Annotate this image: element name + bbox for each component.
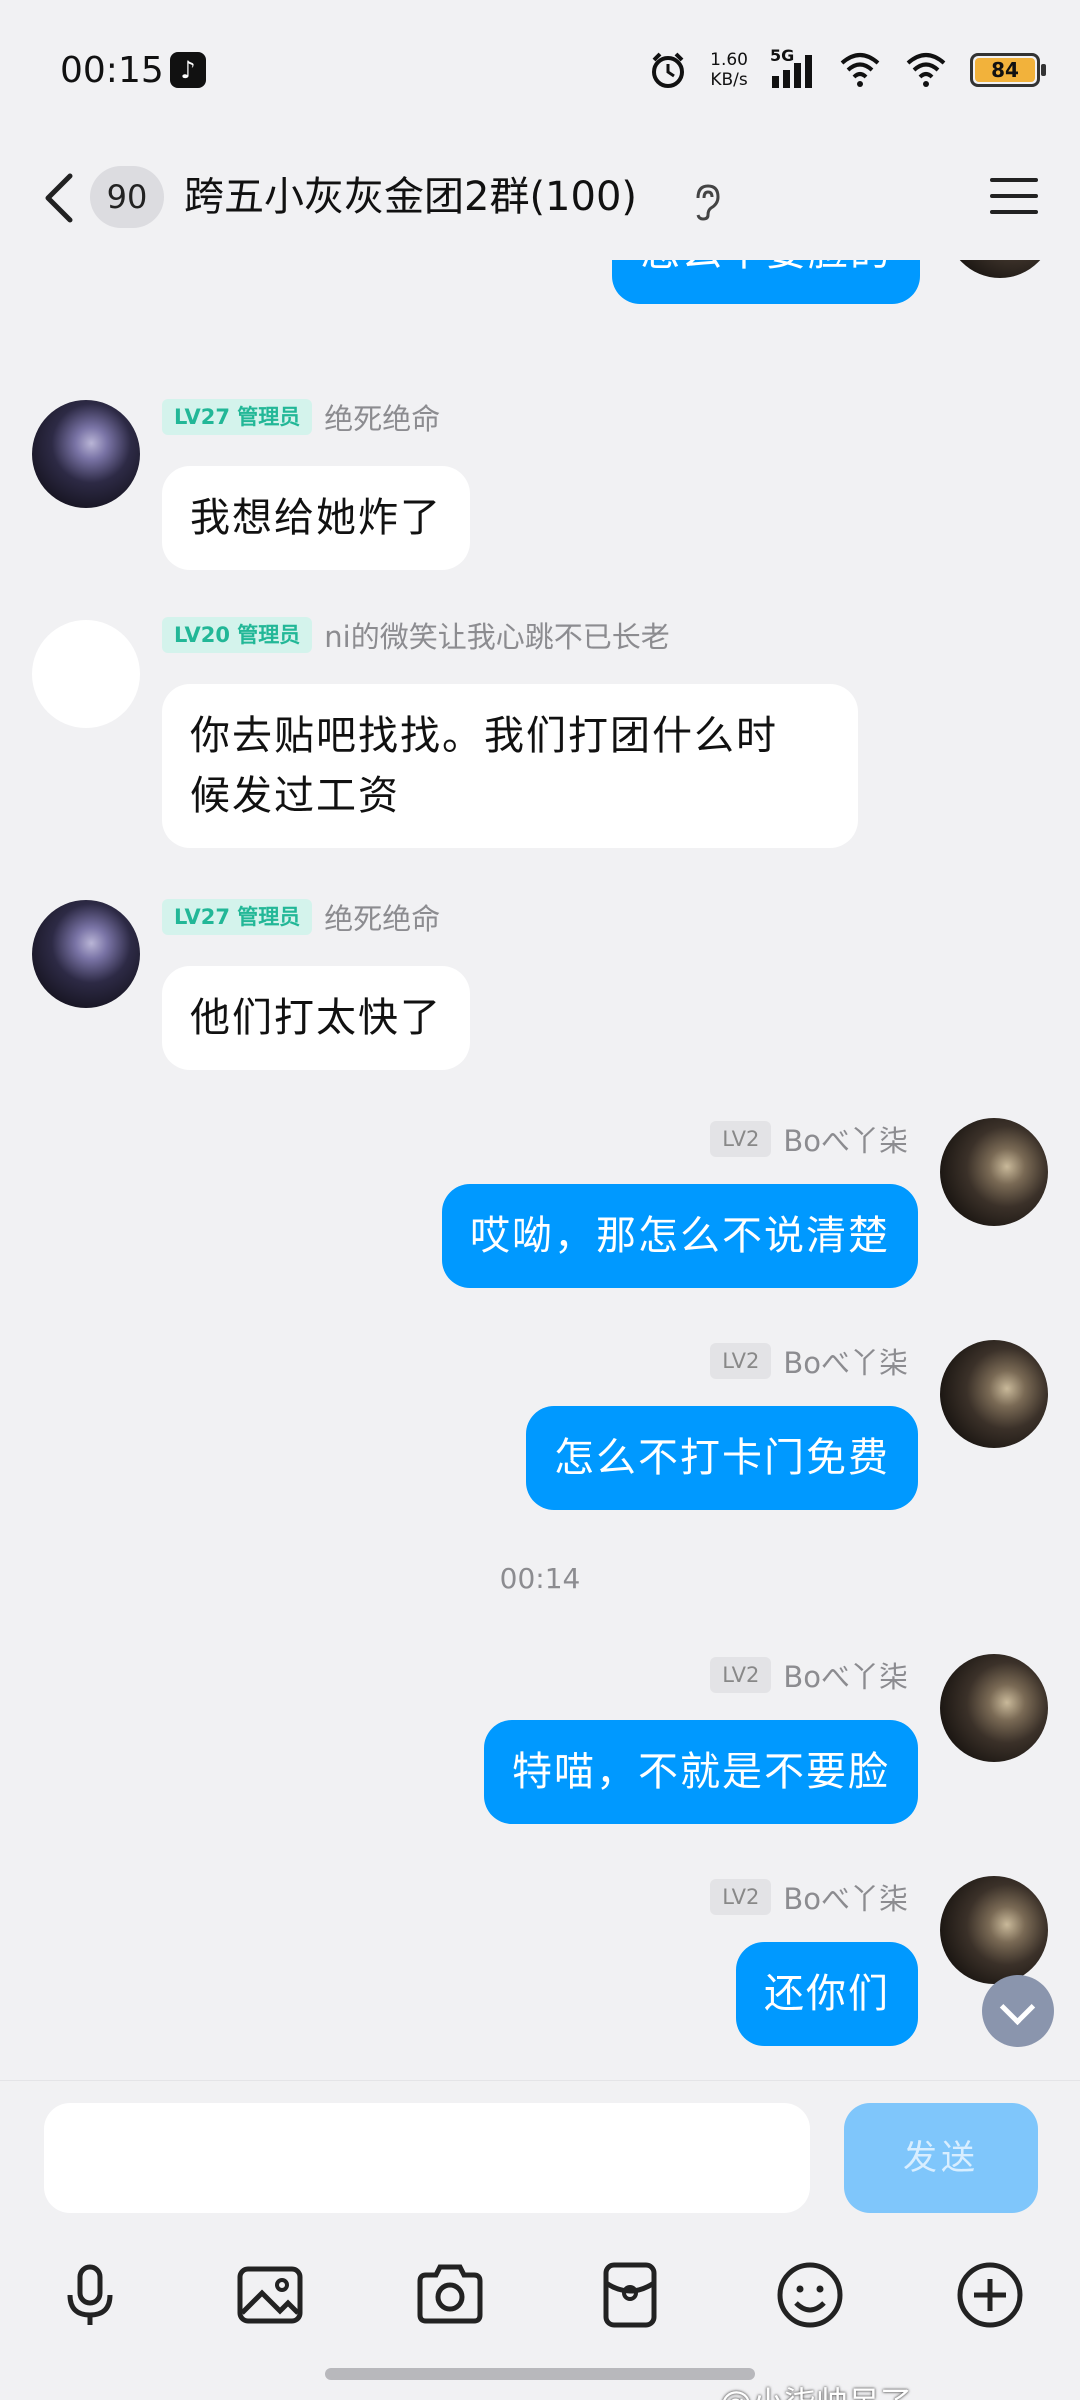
message-bubble[interactable]: 你去贴吧找找。我们打团什么时 候发过工资 bbox=[162, 684, 858, 848]
message-line: 你去贴吧找找。我们打团什么时 bbox=[190, 713, 778, 759]
sender-name[interactable]: ni的微笑让我心跳不已长老 bbox=[324, 614, 669, 656]
avatar[interactable] bbox=[32, 900, 140, 1008]
back-button[interactable] bbox=[30, 162, 90, 232]
level-badge: LV2 bbox=[710, 1657, 772, 1693]
message-meta: LV2 Boべ丫柒 bbox=[710, 1654, 908, 1696]
status-icons: 1.60 KB/s 5G 84 bbox=[648, 46, 1046, 94]
message-bubble[interactable]: 还你们 bbox=[736, 1942, 918, 2046]
watermark: @小柒帅呆了 bbox=[720, 2378, 912, 2400]
message-list[interactable]: 怎么不要脸的 LV27 管理员 绝死绝命 我想给她炸了 LV20 管理员 ni的… bbox=[0, 260, 1080, 2080]
wifi-icon-2 bbox=[906, 53, 946, 87]
tiktok-icon: ♪ bbox=[170, 52, 206, 88]
input-toolbar bbox=[0, 2241, 1080, 2351]
sender-name[interactable]: 绝死绝命 bbox=[324, 396, 440, 438]
sender-name[interactable]: Boべ丫柒 bbox=[783, 1654, 908, 1696]
camera-icon[interactable] bbox=[410, 2255, 490, 2335]
menu-button[interactable] bbox=[984, 166, 1044, 226]
sender-name[interactable]: 绝死绝命 bbox=[324, 896, 440, 938]
level-badge: LV2 bbox=[710, 1121, 772, 1157]
image-icon[interactable] bbox=[230, 2255, 310, 2335]
cellular-signal: 5G bbox=[770, 46, 816, 90]
home-indicator[interactable] bbox=[325, 2368, 755, 2380]
message-bubble[interactable]: 特喵，不就是不要脸 bbox=[484, 1720, 918, 1824]
avatar[interactable] bbox=[940, 1340, 1048, 1448]
message-meta: LV2 Boべ丫柒 bbox=[710, 1118, 908, 1160]
message-line: 候发过工资 bbox=[190, 773, 400, 819]
sender-name[interactable]: Boべ丫柒 bbox=[783, 1876, 908, 1918]
status-bar: 00:15 ♪ 1.60 KB/s 5G 84 bbox=[0, 0, 1080, 140]
emoji-icon[interactable] bbox=[770, 2255, 850, 2335]
signal-icon bbox=[772, 55, 812, 88]
avatar[interactable] bbox=[32, 620, 140, 728]
plus-icon[interactable] bbox=[950, 2255, 1030, 2335]
level-badge: LV2 bbox=[710, 1879, 772, 1915]
level-badge: LV27 管理员 bbox=[162, 899, 313, 935]
scroll-to-bottom-button[interactable] bbox=[982, 1975, 1054, 2047]
status-time: 00:15 bbox=[60, 50, 164, 91]
ear-icon[interactable] bbox=[690, 182, 726, 222]
alarm-icon bbox=[652, 52, 685, 88]
message-bubble[interactable]: 怎么不要脸的 bbox=[612, 260, 920, 304]
avatar[interactable] bbox=[32, 400, 140, 508]
avatar[interactable] bbox=[946, 260, 1054, 278]
sender-name[interactable]: Boべ丫柒 bbox=[783, 1118, 908, 1160]
unread-count-badge[interactable]: 90 bbox=[90, 166, 164, 228]
avatar[interactable] bbox=[940, 1118, 1048, 1226]
time-separator: 00:14 bbox=[499, 1562, 581, 1595]
mic-icon[interactable] bbox=[50, 2255, 130, 2335]
message-meta: LV2 Boべ丫柒 bbox=[710, 1340, 908, 1382]
chat-header: 90 跨五小灰灰金团2群(100) bbox=[0, 140, 1080, 260]
input-area: 发送 bbox=[0, 2080, 1080, 2400]
red-packet-icon[interactable] bbox=[590, 2255, 670, 2335]
chat-title[interactable]: 跨五小灰灰金团2群(100) bbox=[184, 166, 637, 228]
level-badge: LV20 管理员 bbox=[162, 617, 313, 653]
wifi-icon bbox=[840, 53, 880, 87]
avatar[interactable] bbox=[940, 1654, 1048, 1762]
level-badge: LV2 bbox=[710, 1343, 772, 1379]
battery-icon: 84 bbox=[970, 53, 1046, 87]
battery-level: 84 bbox=[975, 58, 1035, 82]
message-meta: LV27 管理员 绝死绝命 bbox=[162, 896, 440, 938]
message-bubble[interactable]: 他们打太快了 bbox=[162, 966, 470, 1070]
send-button[interactable]: 发送 bbox=[844, 2103, 1038, 2213]
message-input[interactable] bbox=[44, 2103, 810, 2213]
message-meta: LV20 管理员 ni的微笑让我心跳不已长老 bbox=[162, 614, 670, 656]
avatar[interactable] bbox=[940, 1876, 1048, 1984]
message-bubble[interactable]: 哎呦，那怎么不说清楚 bbox=[442, 1184, 918, 1288]
message-bubble[interactable]: 我想给她炸了 bbox=[162, 466, 470, 570]
net-speed: 1.60 KB/s bbox=[710, 50, 748, 90]
message-meta: LV2 Boべ丫柒 bbox=[710, 1876, 908, 1918]
message-meta: LV27 管理员 绝死绝命 bbox=[162, 396, 440, 438]
level-badge: LV27 管理员 bbox=[162, 399, 313, 435]
message-bubble[interactable]: 怎么不打卡门免费 bbox=[526, 1406, 918, 1510]
sender-name[interactable]: Boべ丫柒 bbox=[783, 1340, 908, 1382]
